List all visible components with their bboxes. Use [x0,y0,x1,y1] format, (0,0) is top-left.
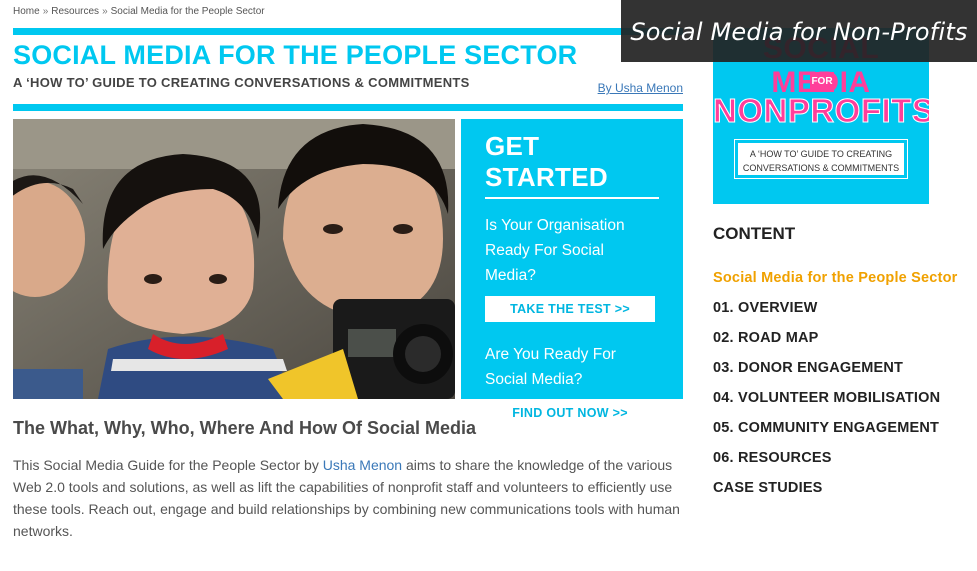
toc-link[interactable]: 01. OVERVIEW [713,300,817,316]
article-body-intro: This Social Media Guide for the People S… [13,457,323,473]
toc-link[interactable]: 02. ROAD MAP [713,330,819,346]
header-top-rule [13,28,683,35]
find-out-now-button[interactable]: FIND OUT NOW >> [485,400,655,426]
toc-heading: CONTENT [713,224,796,243]
hero-photo [13,119,455,399]
book-tagline-box: A ‘HOW TO’ GUIDE TO CREATING CONVERSATIO… [734,139,908,179]
toc-item-case-studies[interactable]: CASE STUDIES [713,480,958,510]
header-bottom-rule [13,104,683,111]
toc-link[interactable]: 04. VOLUNTEER MOBILISATION [713,390,940,406]
breadcrumb-current: Social Media for the People Sector [110,6,265,17]
hero-photo-illustration [13,119,455,399]
toc-link[interactable]: CASE STUDIES [713,480,823,496]
book-title-for: FOR [810,72,834,92]
caption-overlay: Social Media for Non-Profits [621,0,977,62]
toc-list: Social Media for the People Sector 01. O… [713,270,958,510]
page-subtitle: A ‘HOW TO’ GUIDE TO CREATING CONVERSATIO… [13,75,470,90]
book-title-line2: NONPROFITS [713,92,929,130]
breadcrumb-resources[interactable]: Resources [51,6,99,17]
organisation-ready-question: Is Your Organisation Ready For Social Me… [485,217,625,284]
book-tagline-line2: CONVERSATIONS & COMMITMENTS [742,163,900,173]
toc-link[interactable]: 03. DONOR ENGAGEMENT [713,360,903,376]
author-byline[interactable]: By Usha Menon [598,81,683,95]
author-link[interactable]: Usha Menon [323,457,402,473]
toc-item-people-sector[interactable]: Social Media for the People Sector [713,270,958,300]
article-body: This Social Media Guide for the People S… [13,454,689,542]
toc-item-resources[interactable]: 06. RESOURCES [713,450,958,480]
toc-link[interactable]: 05. COMMUNITY ENGAGEMENT [713,420,939,436]
toc-item-community-engagement[interactable]: 05. COMMUNITY ENGAGEMENT [713,420,958,450]
breadcrumb-separator: » [42,6,49,17]
breadcrumb: Home» Resources» Social Media for the Peop… [13,6,265,17]
toc-link[interactable]: Social Media for the People Sector [713,270,958,286]
toc-link[interactable]: 06. RESOURCES [713,450,832,466]
get-started-panel: GET STARTED Is Your Organisation Ready F… [461,119,683,426]
toc-item-overview[interactable]: 01. OVERVIEW [713,300,958,330]
toc-item-donor-engagement[interactable]: 03. DONOR ENGAGEMENT [713,360,958,390]
you-ready-question: Are You Ready For Social Media? [485,346,616,388]
breadcrumb-home[interactable]: Home [13,6,40,17]
article-heading: The What, Why, Who, Where And How Of Soc… [13,418,476,438]
take-the-test-button[interactable]: TAKE THE TEST >> [485,296,655,322]
get-started-title: GET STARTED [485,131,659,199]
book-tagline-line1: A ‘HOW TO’ GUIDE TO CREATING [749,149,893,159]
page-title: SOCIAL MEDIA FOR THE PEOPLE SECTOR [13,40,578,70]
breadcrumb-separator: » [102,6,108,17]
toc-item-volunteer-mobilisation[interactable]: 04. VOLUNTEER MOBILISATION [713,390,958,420]
toc-item-road-map[interactable]: 02. ROAD MAP [713,330,958,360]
